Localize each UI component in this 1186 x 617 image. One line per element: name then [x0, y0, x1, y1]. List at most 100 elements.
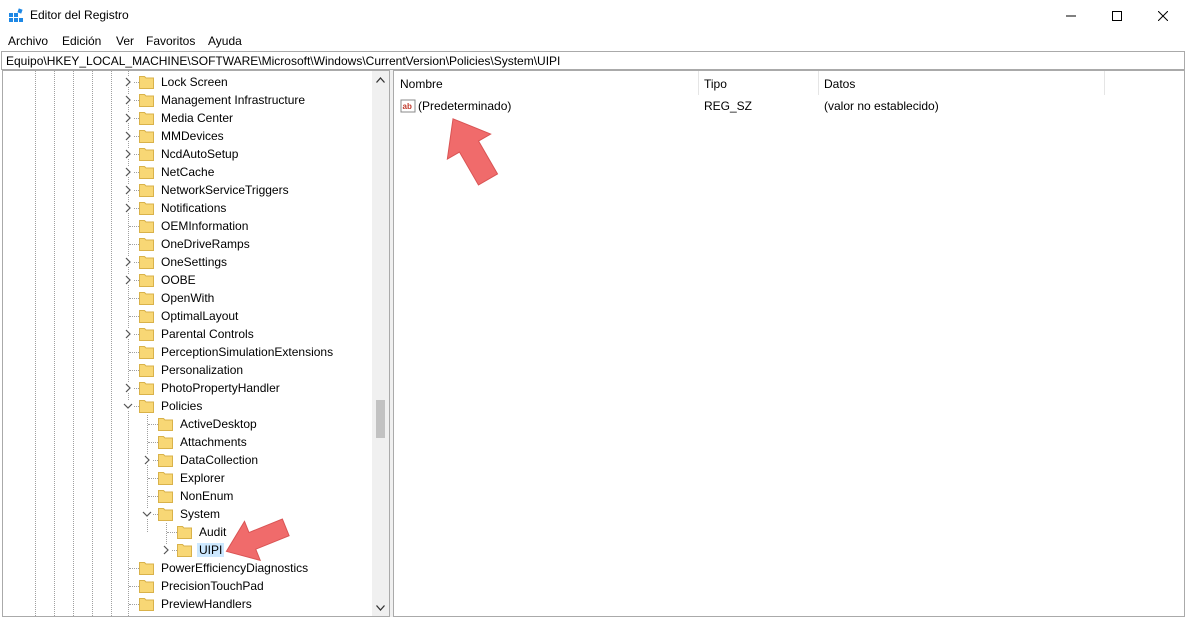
address-bar[interactable]: Equipo\HKEY_LOCAL_MACHINE\SOFTWARE\Micro… [1, 51, 1185, 70]
folder-icon [139, 130, 154, 143]
chevron-right-icon[interactable] [123, 131, 133, 141]
menu-archivo[interactable]: Archivo [8, 34, 48, 48]
close-button[interactable] [1140, 0, 1186, 32]
scroll-down-button[interactable] [372, 599, 389, 616]
scroll-thumb[interactable] [376, 400, 385, 439]
tree-item-label: NetCache [161, 165, 215, 179]
tree-item[interactable]: Management Infrastructure [3, 91, 371, 109]
chevron-right-icon[interactable] [123, 77, 133, 87]
chevron-right-icon[interactable] [123, 185, 133, 195]
menu-ayuda[interactable]: Ayuda [208, 34, 242, 48]
tree-item[interactable]: Notifications [3, 199, 371, 217]
tree-item[interactable]: OOBE [3, 271, 371, 289]
column-header-datos[interactable]: Datos [818, 71, 1104, 95]
tree-item-label: Lock Screen [161, 75, 228, 89]
tree-item[interactable]: UIPI [3, 541, 371, 559]
tree-item[interactable]: Media Center [3, 109, 371, 127]
tree-item[interactable]: Parental Controls [3, 325, 371, 343]
value-list[interactable]: Nombre Tipo Datos ab (Predeterminado) RE… [393, 70, 1185, 617]
maximize-button[interactable] [1094, 0, 1140, 32]
minimize-icon [1066, 15, 1076, 17]
tree-item[interactable]: NonEnum [3, 487, 371, 505]
folder-icon [139, 76, 154, 89]
chevron-right-icon[interactable] [123, 149, 133, 159]
string-value-icon: ab [400, 99, 416, 113]
chevron-down-icon[interactable] [123, 401, 133, 411]
tree-item[interactable]: PerceptionSimulationExtensions [3, 343, 371, 361]
tree-item-label: PrecisionTouchPad [161, 579, 264, 593]
tree-item[interactable]: OEMInformation [3, 217, 371, 235]
folder-icon [177, 526, 192, 539]
tree-item-label: Attachments [180, 435, 247, 449]
tree-item[interactable]: PowerEfficiencyDiagnostics [3, 559, 371, 577]
column-header-nombre[interactable]: Nombre [394, 71, 698, 95]
tree-item[interactable]: System [3, 505, 371, 523]
folder-icon [177, 544, 192, 557]
tree-item-label: Media Center [161, 111, 234, 125]
folder-icon [139, 364, 154, 377]
tree-item[interactable]: ActiveDesktop [3, 415, 371, 433]
menu-edicion[interactable]: Edición [62, 34, 101, 48]
tree-item[interactable]: NetworkServiceTriggers [3, 181, 371, 199]
tree-item-label: PerceptionSimulationExtensions [161, 345, 334, 359]
chevron-right-icon[interactable] [123, 275, 133, 285]
tree-scrollbar[interactable] [372, 71, 389, 616]
menu-ver[interactable]: Ver [116, 34, 134, 48]
tree-item-label: OneDriveRamps [161, 237, 250, 251]
tree-item[interactable]: PrecisionTouchPad [3, 577, 371, 595]
table-row[interactable]: ab (Predeterminado) REG_SZ (valor no est… [394, 97, 1164, 115]
tree-item[interactable]: PhotoPropertyHandler [3, 379, 371, 397]
folder-icon [158, 508, 173, 521]
chevron-right-icon[interactable] [123, 95, 133, 105]
tree-item[interactable]: Audit [3, 523, 371, 541]
chevron-down-icon [376, 604, 385, 611]
folder-icon [139, 580, 154, 593]
tree-item[interactable]: NetCache [3, 163, 371, 181]
folder-icon [158, 490, 173, 503]
folder-icon [158, 418, 173, 431]
chevron-right-icon[interactable] [123, 383, 133, 393]
title-bar: Editor del Registro [0, 0, 1186, 32]
tree-item-label: OEMInformation [161, 219, 249, 233]
tree-item[interactable]: OptimalLayout [3, 307, 371, 325]
chevron-right-icon[interactable] [123, 329, 133, 339]
tree-item-label: NcdAutoSetup [161, 147, 239, 161]
tree-item[interactable]: Lock Screen [3, 73, 371, 91]
minimize-button[interactable] [1048, 0, 1094, 32]
close-icon [1158, 11, 1168, 21]
column-header-tipo[interactable]: Tipo [698, 71, 818, 95]
tree-item-label: PhotoPropertyHandler [161, 381, 280, 395]
chevron-right-icon[interactable] [142, 455, 152, 465]
window-title: Editor del Registro [30, 8, 129, 22]
tree-item[interactable]: OneSettings [3, 253, 371, 271]
tree-item[interactable]: Personalization [3, 361, 371, 379]
chevron-right-icon[interactable] [123, 257, 133, 267]
maximize-icon [1112, 11, 1122, 21]
key-tree[interactable]: Lock Screen Management Infrastructure Medi… [2, 70, 390, 617]
tree-item-label: OptimalLayout [161, 309, 239, 323]
tree-item[interactable]: OneDriveRamps [3, 235, 371, 253]
tree-item-label: OpenWith [161, 291, 215, 305]
tree-item[interactable]: NcdAutoSetup [3, 145, 371, 163]
chevron-right-icon[interactable] [161, 545, 171, 555]
menu-favoritos[interactable]: Favoritos [146, 34, 195, 48]
tree-item-label: OneSettings [161, 255, 228, 269]
chevron-right-icon[interactable] [123, 203, 133, 213]
chevron-right-icon[interactable] [123, 113, 133, 123]
tree-item[interactable]: PreviewHandlers [3, 595, 371, 613]
tree-item[interactable]: OpenWith [3, 289, 371, 307]
column-divider[interactable] [1104, 71, 1105, 95]
chevron-down-icon[interactable] [142, 509, 152, 519]
tree-item[interactable]: DataCollection [3, 451, 371, 469]
tree-item-label: Personalization [161, 363, 244, 377]
tree-item[interactable]: Explorer [3, 469, 371, 487]
tree-item[interactable]: Attachments [3, 433, 371, 451]
tree-item-label: Policies [161, 399, 203, 413]
scroll-up-button[interactable] [372, 71, 389, 88]
tree-item[interactable]: MMDevices [3, 127, 371, 145]
tree-item[interactable]: Policies [3, 397, 371, 415]
folder-icon [139, 328, 154, 341]
folder-icon [139, 400, 154, 413]
chevron-right-icon[interactable] [123, 167, 133, 177]
tree-item-label: ActiveDesktop [180, 417, 257, 431]
